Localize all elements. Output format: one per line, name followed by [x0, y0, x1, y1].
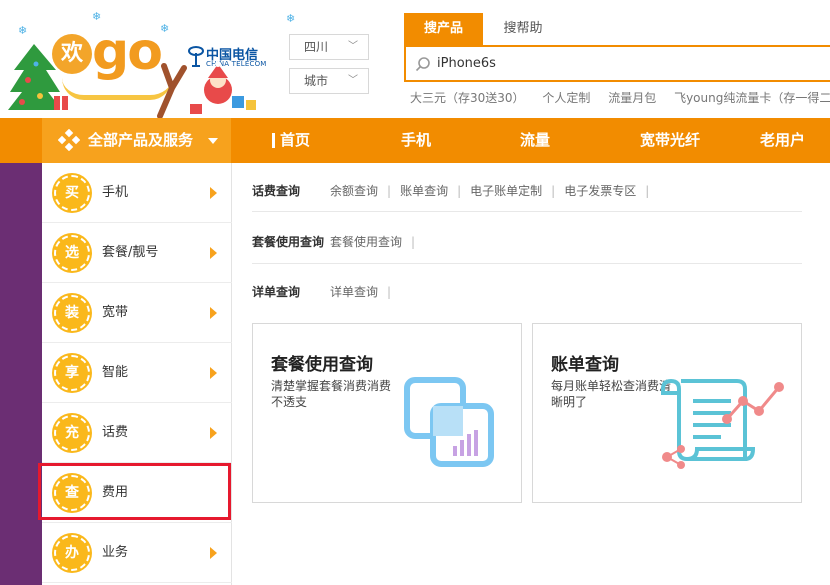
- package-usage-icon: [404, 377, 494, 467]
- query-link[interactable]: 账单查询: [400, 184, 448, 198]
- city-select[interactable]: 城市 ﹀: [289, 68, 369, 94]
- category-sidebar: 买 手机 选 套餐/靓号 装 宽带 享 智能 充 话费 查 费用 办 业务: [42, 163, 232, 585]
- tab-search-help[interactable]: 搜帮助: [490, 13, 556, 45]
- sidebar-item-label: 业务: [102, 545, 129, 560]
- tab-search-products[interactable]: 搜产品: [404, 13, 483, 45]
- sidebar-item-label: 智能: [102, 365, 129, 380]
- query-links: 套餐使用查询 |: [330, 233, 424, 250]
- card-title: 套餐使用查询: [271, 355, 373, 375]
- sidebar-item-smart[interactable]: 享 智能: [42, 343, 232, 403]
- all-products-label: 全部产品及服务: [88, 131, 194, 149]
- card-description: 清楚掌握套餐消费消费不透支: [271, 379, 392, 409]
- query-row-title: 详单查询: [252, 285, 301, 299]
- chevron-right-icon: [210, 187, 217, 199]
- nav-item-existing-users[interactable]: 老用户: [760, 118, 805, 163]
- query-row-title: 话费查询: [252, 184, 301, 198]
- brand-char: 欢: [52, 34, 92, 74]
- sidebar-badge: 选: [54, 235, 90, 271]
- query-row-title: 套餐使用查询: [252, 235, 325, 249]
- nav-active-marker: [272, 133, 275, 148]
- nav-item-data[interactable]: 流量: [520, 118, 550, 163]
- chevron-right-icon: [210, 547, 217, 559]
- hotword-link[interactable]: 个人定制: [542, 91, 590, 105]
- hotword-link[interactable]: 飞young纯流量卡（存一得二购: [674, 91, 830, 105]
- query-row-phone-bill: 话费查询 余额查询 | 账单查询 | 电子账单定制 | 电子发票专区 |: [252, 170, 802, 212]
- page: ❄ ❄ ❄ ❄ 欢 go 中国电信 CHINA TELECOM 四川 ﹀ 城市 …: [0, 0, 830, 585]
- chevron-down-icon: ﹀: [348, 41, 358, 52]
- separator: |: [457, 184, 462, 198]
- chevron-right-icon: [210, 367, 217, 379]
- query-links: 余额查询 | 账单查询 | 电子账单定制 | 电子发票专区 |: [330, 182, 658, 199]
- search-input[interactable]: iPhone6s: [404, 45, 830, 82]
- sidebar-item-recharge[interactable]: 充 话费: [42, 403, 232, 463]
- site-header: ❄ ❄ ❄ ❄ 欢 go 中国电信 CHINA TELECOM 四川 ﹀ 城市 …: [0, 0, 830, 118]
- query-links: 详单查询 |: [330, 283, 400, 300]
- selected-item-highlight: [38, 463, 231, 520]
- sidebar-badge: 办: [54, 535, 90, 571]
- bill-scroll-icon: [661, 379, 784, 469]
- separator: |: [387, 184, 392, 198]
- hotword-link[interactable]: 流量月包: [608, 91, 656, 105]
- city-select-value: 城市: [304, 74, 329, 88]
- sidebar-badge: 享: [54, 355, 90, 391]
- chevron-down-icon: [208, 138, 218, 144]
- chevron-down-icon: ﹀: [348, 75, 358, 86]
- sidebar-item-label: 话费: [102, 425, 129, 440]
- hotword-link[interactable]: 大三元（存30送30）: [410, 91, 525, 105]
- search-input-value: iPhone6s: [437, 56, 496, 71]
- card-bill-query[interactable]: 账单查询 每月账单轻松查消费清晰明了: [532, 323, 802, 503]
- province-select[interactable]: 四川 ﹀: [289, 34, 369, 60]
- search-icon: [415, 57, 430, 72]
- left-accent-band: [0, 163, 42, 585]
- chevron-right-icon: [210, 427, 217, 439]
- chevron-right-icon: [210, 307, 217, 319]
- snowflake-icon: ❄: [160, 22, 170, 35]
- logo-area[interactable]: ❄ ❄ ❄ ❄ 欢 go 中国电信 CHINA TELECOM: [0, 0, 295, 118]
- hot-search-words: 大三元（存30送30） 个人定制 流量月包 飞young纯流量卡（存一得二购: [410, 89, 830, 106]
- all-products-button[interactable]: 全部产品及服务: [42, 118, 231, 163]
- sidebar-item-label: 宽带: [102, 305, 129, 320]
- sidebar-item-label: 手机: [102, 185, 129, 200]
- query-row-detail: 详单查询 详单查询 |: [252, 264, 802, 308]
- separator: |: [645, 184, 650, 198]
- card-package-usage[interactable]: 套餐使用查询 清楚掌握套餐消费消费不透支: [252, 323, 522, 503]
- separator: |: [387, 285, 392, 299]
- query-link[interactable]: 电子发票专区: [564, 184, 636, 198]
- sidebar-badge: 充: [54, 415, 90, 451]
- sidebar-item-phones[interactable]: 买 手机: [42, 163, 232, 223]
- sidebar-badge: 装: [54, 295, 90, 331]
- nav-item-broadband[interactable]: 宽带光纤: [640, 118, 700, 163]
- sidebar-item-services[interactable]: 办 业务: [42, 523, 232, 583]
- slingshot-santa-icon: [157, 61, 256, 118]
- query-row-package-usage: 套餐使用查询 套餐使用查询 |: [252, 212, 802, 264]
- sidebar-item-broadband[interactable]: 装 宽带: [42, 283, 232, 343]
- sidebar-item-label: 套餐/靓号: [102, 245, 159, 260]
- query-link[interactable]: 余额查询: [330, 184, 378, 198]
- query-link[interactable]: 电子账单定制: [470, 184, 542, 198]
- card-title: 账单查询: [551, 355, 619, 375]
- sidebar-item-plans[interactable]: 选 套餐/靓号: [42, 223, 232, 283]
- snowflake-icon: ❄: [286, 12, 296, 25]
- nav-item-phones[interactable]: 手机: [401, 118, 431, 163]
- separator: |: [411, 235, 416, 249]
- province-select-value: 四川: [304, 40, 329, 54]
- separator: |: [551, 184, 556, 198]
- snowflake-icon: ❄: [18, 24, 28, 37]
- query-link[interactable]: 详单查询: [330, 285, 378, 299]
- category-diamond-icon: [58, 129, 80, 151]
- main-nav: 全部产品及服务 首页 手机 流量 宽带光纤 老用户: [0, 118, 830, 163]
- chevron-right-icon: [210, 247, 217, 259]
- query-link[interactable]: 套餐使用查询: [330, 235, 402, 249]
- sidebar-badge: 买: [54, 175, 90, 211]
- nav-item-home[interactable]: 首页: [280, 118, 310, 163]
